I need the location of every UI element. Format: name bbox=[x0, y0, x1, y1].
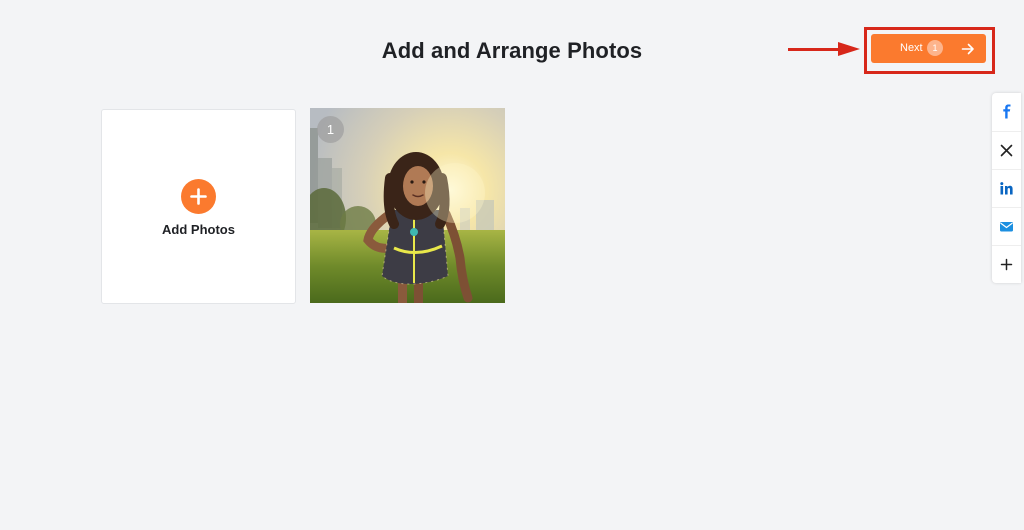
share-more-button[interactable] bbox=[992, 245, 1021, 284]
plus-icon bbox=[1000, 258, 1013, 271]
linkedin-icon bbox=[1000, 182, 1013, 195]
photo-thumbnail[interactable]: 1 bbox=[310, 108, 505, 303]
email-icon bbox=[1000, 222, 1013, 232]
share-linkedin-button[interactable] bbox=[992, 169, 1021, 208]
annotation-arrow-head bbox=[838, 42, 860, 56]
share-email-button[interactable] bbox=[992, 207, 1021, 246]
share-x-button[interactable] bbox=[992, 131, 1021, 170]
next-button[interactable]: Next 1 bbox=[871, 34, 986, 63]
share-bar bbox=[992, 93, 1021, 283]
next-button-label: Next bbox=[900, 42, 923, 54]
x-icon bbox=[1000, 144, 1013, 157]
facebook-icon bbox=[1003, 104, 1011, 119]
page: Add and Arrange Photos Next 1 Add Photos bbox=[0, 0, 1024, 530]
next-count-badge: 1 bbox=[927, 40, 943, 56]
share-facebook-button[interactable] bbox=[992, 93, 1021, 131]
arrow-right-icon bbox=[961, 43, 974, 55]
plus-icon bbox=[181, 179, 216, 214]
add-photos-label: Add Photos bbox=[162, 222, 235, 237]
photo-order-badge: 1 bbox=[317, 116, 344, 143]
add-photos-card[interactable]: Add Photos bbox=[101, 109, 296, 304]
annotation-arrow-line bbox=[788, 48, 840, 51]
